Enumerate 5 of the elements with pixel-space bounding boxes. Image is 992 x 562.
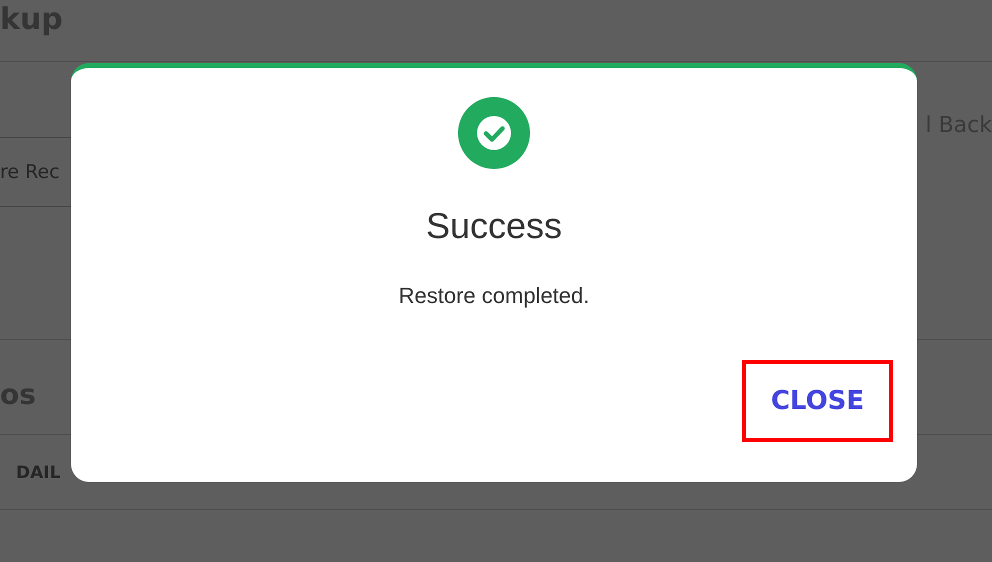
dialog-message: Restore completed. <box>398 283 590 309</box>
column-header: DAIL <box>16 463 60 483</box>
dialog-title: Success <box>426 205 562 247</box>
close-button[interactable]: CLOSE <box>742 360 893 442</box>
check-circle-icon <box>458 97 530 169</box>
